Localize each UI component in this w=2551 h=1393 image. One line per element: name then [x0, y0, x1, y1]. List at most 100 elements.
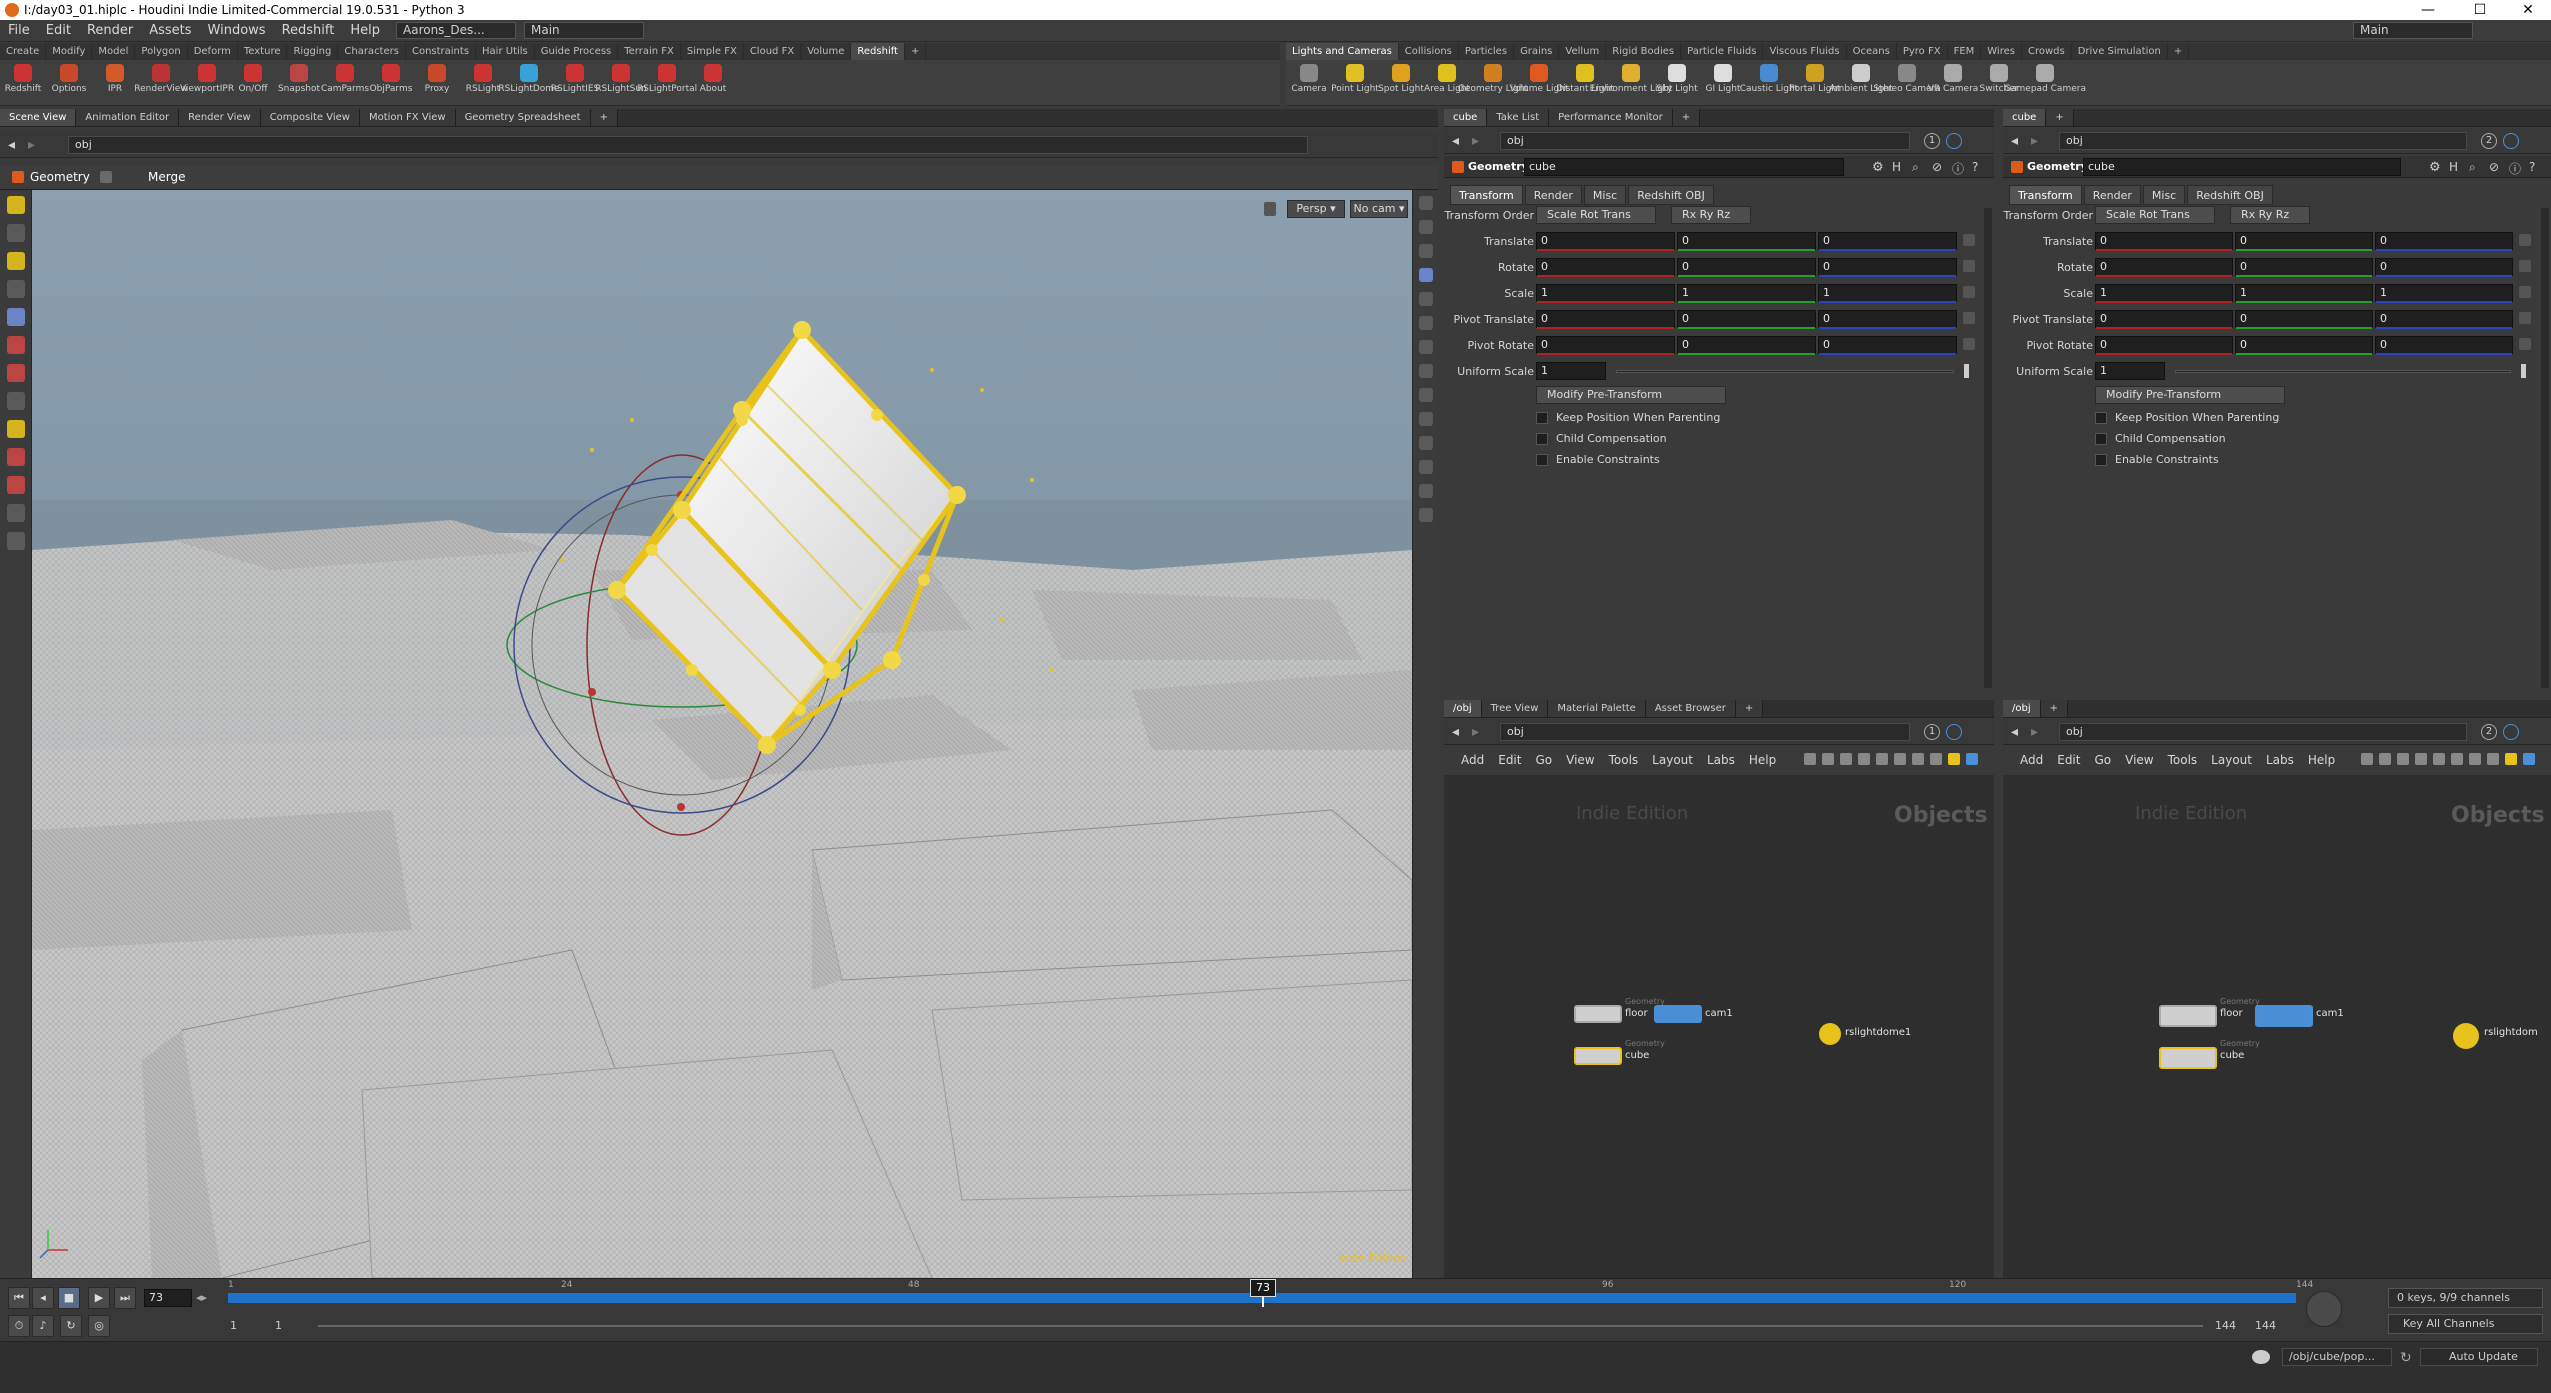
pane-tab-obj[interactable]: /obj [1444, 700, 1482, 717]
node-cam[interactable] [1654, 1005, 1702, 1023]
shelf-tool-environment-light[interactable]: Environment Light [1590, 60, 1672, 105]
pane-tab-scene-view[interactable]: Scene View [0, 109, 77, 126]
rotate-order-menu[interactable]: Rx Ry Rz [2230, 206, 2310, 224]
rotate-order-menu[interactable]: Rx Ry Rz [1671, 206, 1751, 224]
network-toolbar-icon[interactable] [1966, 753, 1978, 765]
move-tool-icon[interactable] [6, 224, 25, 242]
active-tool-icon[interactable] [6, 420, 25, 438]
menu-assets[interactable]: Assets [141, 20, 199, 42]
param-scrollbar[interactable] [1984, 208, 1992, 688]
camera-view-icon[interactable] [1418, 268, 1433, 282]
network-toolbar-icon[interactable] [2379, 753, 2391, 765]
uniform-scale-field[interactable]: 1 [1536, 362, 1606, 380]
shelf-tab-wires[interactable]: Wires [1981, 43, 2022, 60]
rotate-x-field[interactable]: 0 [1536, 258, 1675, 277]
param-scrollbar[interactable] [2541, 208, 2549, 688]
light-icon[interactable] [1418, 292, 1433, 306]
grid-icon[interactable] [1418, 460, 1433, 474]
shelf-tab-plus[interactable]: + [905, 43, 927, 60]
network-toolbar-icon[interactable] [2487, 753, 2499, 765]
shelf-tab-rigging[interactable]: Rigging [287, 43, 339, 60]
child-compensation-checkbox[interactable] [1536, 433, 1548, 445]
flipbook-icon[interactable] [6, 532, 25, 550]
search-icon[interactable]: ⌕ [2469, 160, 2476, 175]
param-path-input[interactable]: obj [2059, 132, 2467, 150]
pane-tab-cube[interactable]: cube [2003, 109, 2047, 126]
network-toolbar-icon[interactable] [2451, 753, 2463, 765]
network-menu-edit[interactable]: Edit [2050, 753, 2087, 767]
param-tab-render[interactable]: Render [1524, 185, 1582, 205]
status-path[interactable]: /obj/cube/pop... [2282, 1348, 2392, 1366]
pane-tab-render-view[interactable]: Render View [179, 109, 261, 126]
network-menu-view[interactable]: View [1559, 753, 1601, 767]
enable-constraints-checkbox[interactable] [1536, 454, 1548, 466]
param-tab-redshift-obj[interactable]: Redshift OBJ [2187, 185, 2273, 205]
shelf-tab-drive-simulation[interactable]: Drive Simulation [2072, 43, 2168, 60]
network-toolbar-icon[interactable] [1840, 753, 1852, 765]
scale-z-field[interactable]: 1 [1818, 284, 1957, 303]
shelf-tool-stereo-camera[interactable]: Stereo Camera [1873, 60, 1941, 105]
pane-tab-material-palette[interactable]: Material Palette [1548, 700, 1646, 717]
rotate-x-field[interactable]: 0 [2095, 258, 2233, 277]
shading-icon[interactable] [1418, 220, 1433, 234]
pane-tab-asset-browser[interactable]: Asset Browser [1645, 700, 1736, 717]
channel-menu-icon[interactable] [1963, 338, 1975, 350]
shelf-tool-options[interactable]: Options [46, 60, 92, 105]
network-menu-layout[interactable]: Layout [2204, 753, 2259, 767]
pivot-rotate-y-field[interactable]: 0 [2235, 336, 2373, 355]
menu-redshift[interactable]: Redshift [274, 20, 343, 42]
network-toolbar-icon[interactable] [1858, 753, 1870, 765]
network-toolbar-icon[interactable] [1894, 753, 1906, 765]
channel-menu-icon[interactable] [2519, 312, 2531, 324]
param-path-input[interactable]: obj [1500, 132, 1910, 150]
snapshot-icon[interactable] [1418, 508, 1433, 522]
shelf-tab-rigid-bodies[interactable]: Rigid Bodies [1606, 43, 1682, 60]
pane-tab-plus[interactable]: + [590, 109, 618, 126]
pane-tab-composite-view[interactable]: Composite View [260, 109, 360, 126]
network-toolbar-icon[interactable] [2415, 753, 2427, 765]
shelf-tool-rslight[interactable]: RSLight [460, 60, 506, 105]
scale-x-field[interactable]: 1 [1536, 284, 1675, 303]
forward-arrow-icon[interactable]: ▸ [1472, 724, 1479, 740]
shelf-tab-plus[interactable]: + [2168, 43, 2190, 60]
pose-tool-icon[interactable] [6, 280, 25, 298]
realtime-toggle[interactable]: ⏱ [8, 1315, 30, 1337]
key-channels-readout[interactable]: 0 keys, 9/9 channels [2388, 1288, 2543, 1308]
network-menu-layout[interactable]: Layout [1645, 753, 1700, 767]
network-path-input[interactable]: obj [2059, 723, 2467, 741]
shelf-tab-particles[interactable]: Particles [1459, 43, 1515, 60]
shelf-tool-objparms[interactable]: ObjParms [368, 60, 414, 105]
template-icon[interactable] [1418, 412, 1433, 426]
pane-tab-take-list[interactable]: Take List [1487, 109, 1550, 126]
channel-menu-icon[interactable] [1963, 286, 1975, 298]
network-toolbar-icon[interactable] [1912, 753, 1924, 765]
channel-menu-icon[interactable] [2519, 286, 2531, 298]
network-menu-go[interactable]: Go [2087, 753, 2118, 767]
persp-menu[interactable]: Persp ▾ [1287, 200, 1345, 218]
shelf-tab-oceans[interactable]: Oceans [1847, 43, 1897, 60]
network-menu-tools[interactable]: Tools [2161, 753, 2205, 767]
pin-number[interactable]: 2 [2481, 133, 2497, 149]
shelf-tab-redshift[interactable]: Redshift [851, 43, 905, 60]
key-audio-button[interactable] [2306, 1291, 2342, 1327]
channel-menu-icon[interactable] [1963, 312, 1975, 324]
menu-file[interactable]: File [0, 20, 38, 42]
shelf-tab-model[interactable]: Model [92, 43, 136, 60]
shelf-tool-ipr[interactable]: IPR [92, 60, 138, 105]
keep-position-when-parenting-checkbox[interactable] [2095, 412, 2107, 424]
forward-arrow-icon[interactable]: ▸ [28, 137, 35, 153]
node-rslightdome[interactable] [2453, 1023, 2479, 1049]
pane-tab-plus[interactable]: + [1672, 109, 1701, 126]
translate-y-field[interactable]: 0 [2235, 232, 2373, 251]
network-toolbar-icon[interactable] [2469, 753, 2481, 765]
back-arrow-icon[interactable]: ◂ [2011, 133, 2018, 149]
search-icon[interactable]: ⌕ [1912, 160, 1919, 175]
shelf-tool-portal-light[interactable]: Portal Light [1789, 60, 1841, 105]
pre-transform-menu[interactable]: Modify Pre-Transform [1536, 386, 1726, 404]
range-end[interactable]: 144 [2255, 1319, 2276, 1332]
node-name-field[interactable]: cube [2083, 158, 2401, 176]
rotate-y-field[interactable]: 0 [1677, 258, 1816, 277]
shelf-tab-viscous-fluids[interactable]: Viscous Fluids [1763, 43, 1847, 60]
link-icon[interactable] [1946, 724, 1962, 740]
shelf-tool-geometry-light[interactable]: Geometry Light [1458, 60, 1528, 105]
